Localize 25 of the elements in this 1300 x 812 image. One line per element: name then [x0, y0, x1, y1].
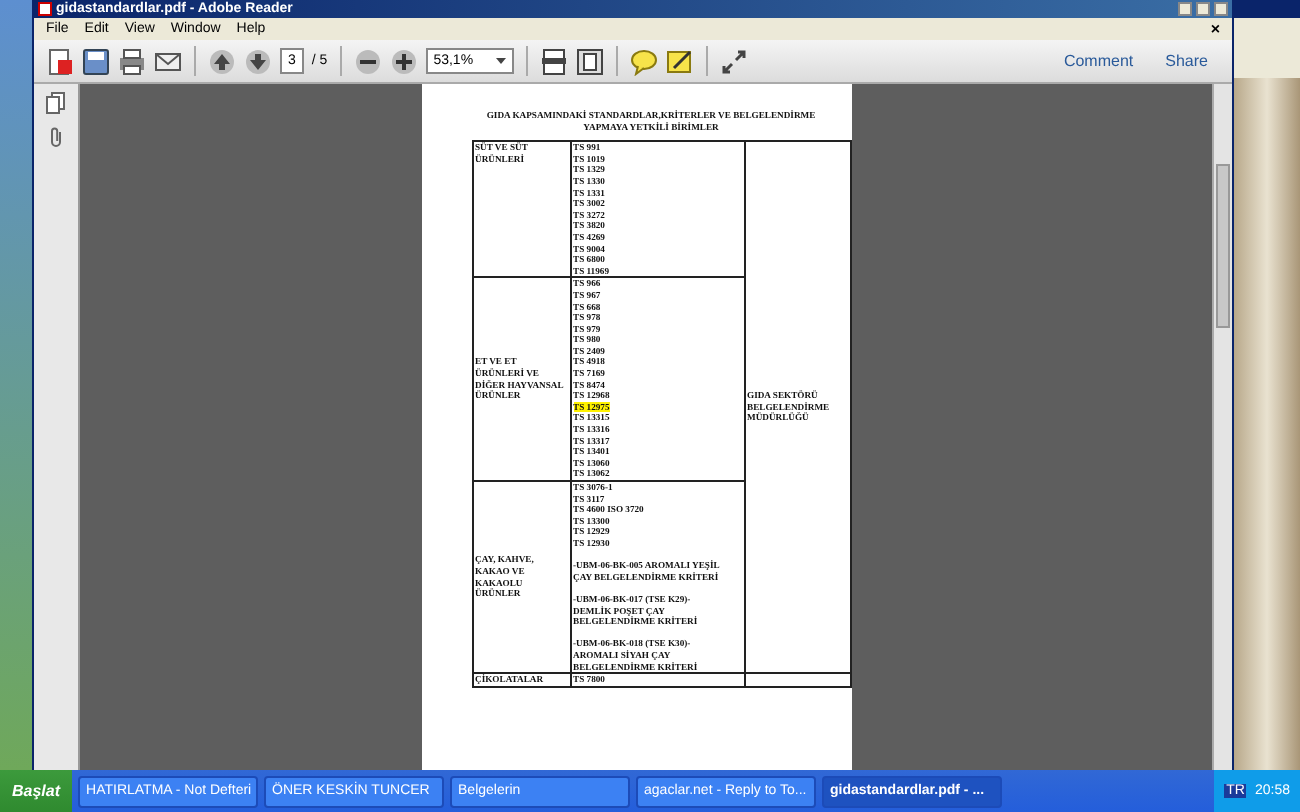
email-icon[interactable]	[154, 47, 182, 75]
note-icon[interactable]	[665, 47, 694, 75]
down-arrow-icon[interactable]	[244, 47, 272, 75]
caret-icon	[495, 58, 506, 64]
print-icon[interactable]	[118, 47, 146, 75]
start-button[interactable]: Başlat	[0, 770, 73, 812]
scrollbar[interactable]	[1212, 84, 1232, 770]
minimize-button[interactable]	[1178, 2, 1192, 16]
expand-icon[interactable]	[719, 47, 748, 75]
close-document-button[interactable]: ×	[1210, 20, 1220, 38]
close-button[interactable]	[1214, 2, 1228, 16]
save-icon[interactable]	[82, 47, 110, 75]
pdf-icon	[38, 2, 52, 16]
speech-bubble-icon[interactable]	[629, 47, 658, 75]
zoom-in-icon[interactable]	[389, 47, 418, 75]
create-pdf-icon[interactable]	[46, 47, 74, 75]
paperclip-icon[interactable]	[48, 126, 64, 148]
toolbar-link[interactable]: Share	[1153, 52, 1220, 70]
toolbar-link[interactable]: Comment	[1051, 52, 1146, 70]
zoom-out-icon[interactable]	[353, 47, 382, 75]
maximize-button[interactable]	[1196, 2, 1210, 16]
fit-width-icon[interactable]	[575, 47, 604, 75]
fit-page-icon[interactable]	[539, 47, 568, 75]
pages-icon[interactable]	[46, 92, 66, 114]
up-arrow-icon[interactable]	[208, 47, 236, 75]
